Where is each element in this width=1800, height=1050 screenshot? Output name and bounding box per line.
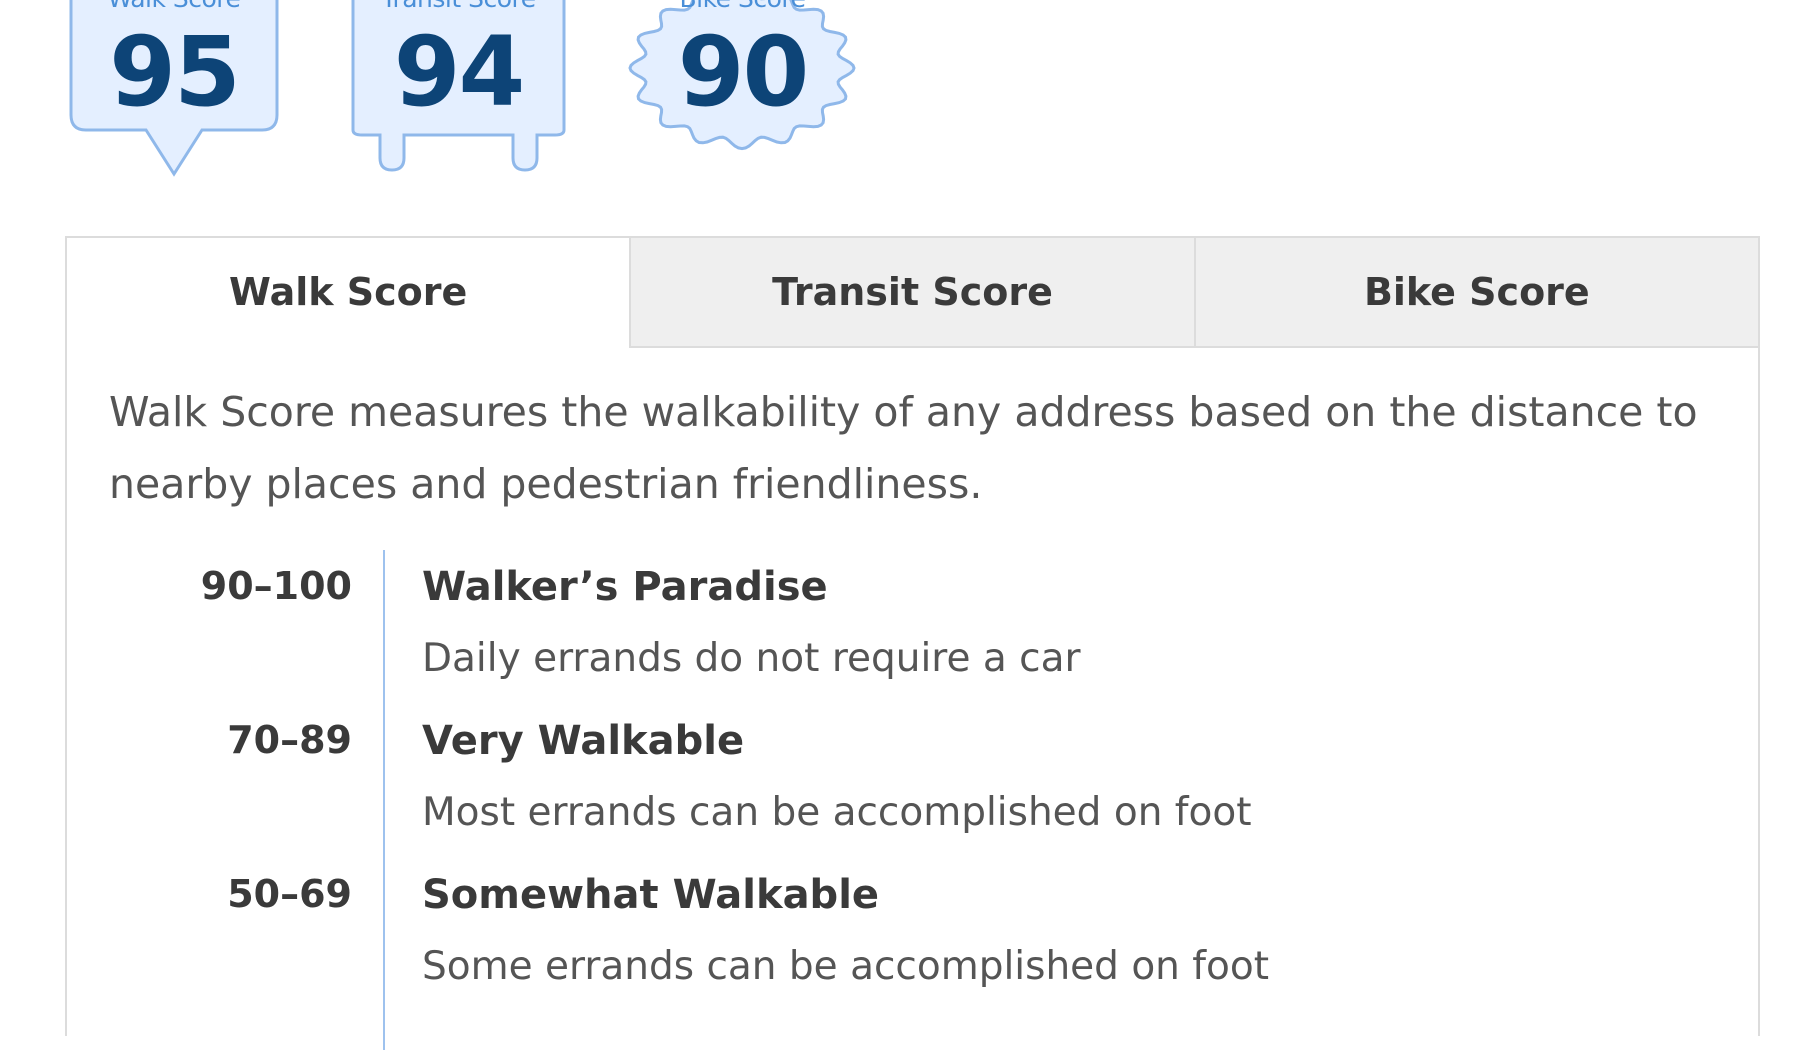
- bike-score-value: 90: [677, 16, 810, 128]
- tab-bike-score[interactable]: Bike Score: [1193, 238, 1758, 348]
- range-value: 90–100: [200, 564, 352, 608]
- range-value: 50–69: [227, 872, 352, 916]
- range-title: Walker’s Paradise: [422, 564, 828, 610]
- range-description: Most errands can be accomplished on foot: [422, 790, 1252, 835]
- tab-transit-score[interactable]: Transit Score: [629, 238, 1194, 348]
- range-row: 90–100 Walker’s Paradise Daily errands d…: [67, 550, 1758, 704]
- transit-score-badge-label: Transit Score: [350, 0, 567, 13]
- bike-score-badge[interactable]: Bike Score 90: [625, 0, 860, 170]
- score-range-list: 90–100 Walker’s Paradise Daily errands d…: [67, 550, 1758, 1050]
- range-row: 70–89 Very Walkable Most errands can be …: [67, 704, 1758, 858]
- range-description: Some errands can be accomplished on foot: [422, 944, 1270, 989]
- walk-score-badge[interactable]: Walk Score 95: [68, 0, 280, 180]
- range-divider: [383, 550, 385, 1050]
- range-title: Very Walkable: [422, 718, 745, 764]
- range-description: Daily errands do not require a car: [422, 636, 1081, 681]
- bike-score-badge-label: Bike Score: [625, 0, 860, 13]
- walk-score-badge-label: Walk Score: [68, 0, 280, 13]
- range-title: Somewhat Walkable: [422, 872, 880, 918]
- score-info-panel: Walk Score Transit Score Bike Score Walk…: [65, 236, 1760, 1050]
- tab-walk-score[interactable]: Walk Score: [67, 238, 630, 348]
- range-value: 70–89: [227, 718, 352, 762]
- walk-score-description: Walk Score measures the walkability of a…: [109, 388, 1698, 508]
- transit-score-value: 94: [393, 16, 526, 128]
- range-row: 50–69 Somewhat Walkable Some errands can…: [67, 858, 1758, 1012]
- walk-score-value: 95: [109, 16, 241, 128]
- transit-score-badge[interactable]: Transit Score 94: [350, 0, 567, 175]
- score-tabs: Walk Score Transit Score Bike Score: [67, 238, 1758, 348]
